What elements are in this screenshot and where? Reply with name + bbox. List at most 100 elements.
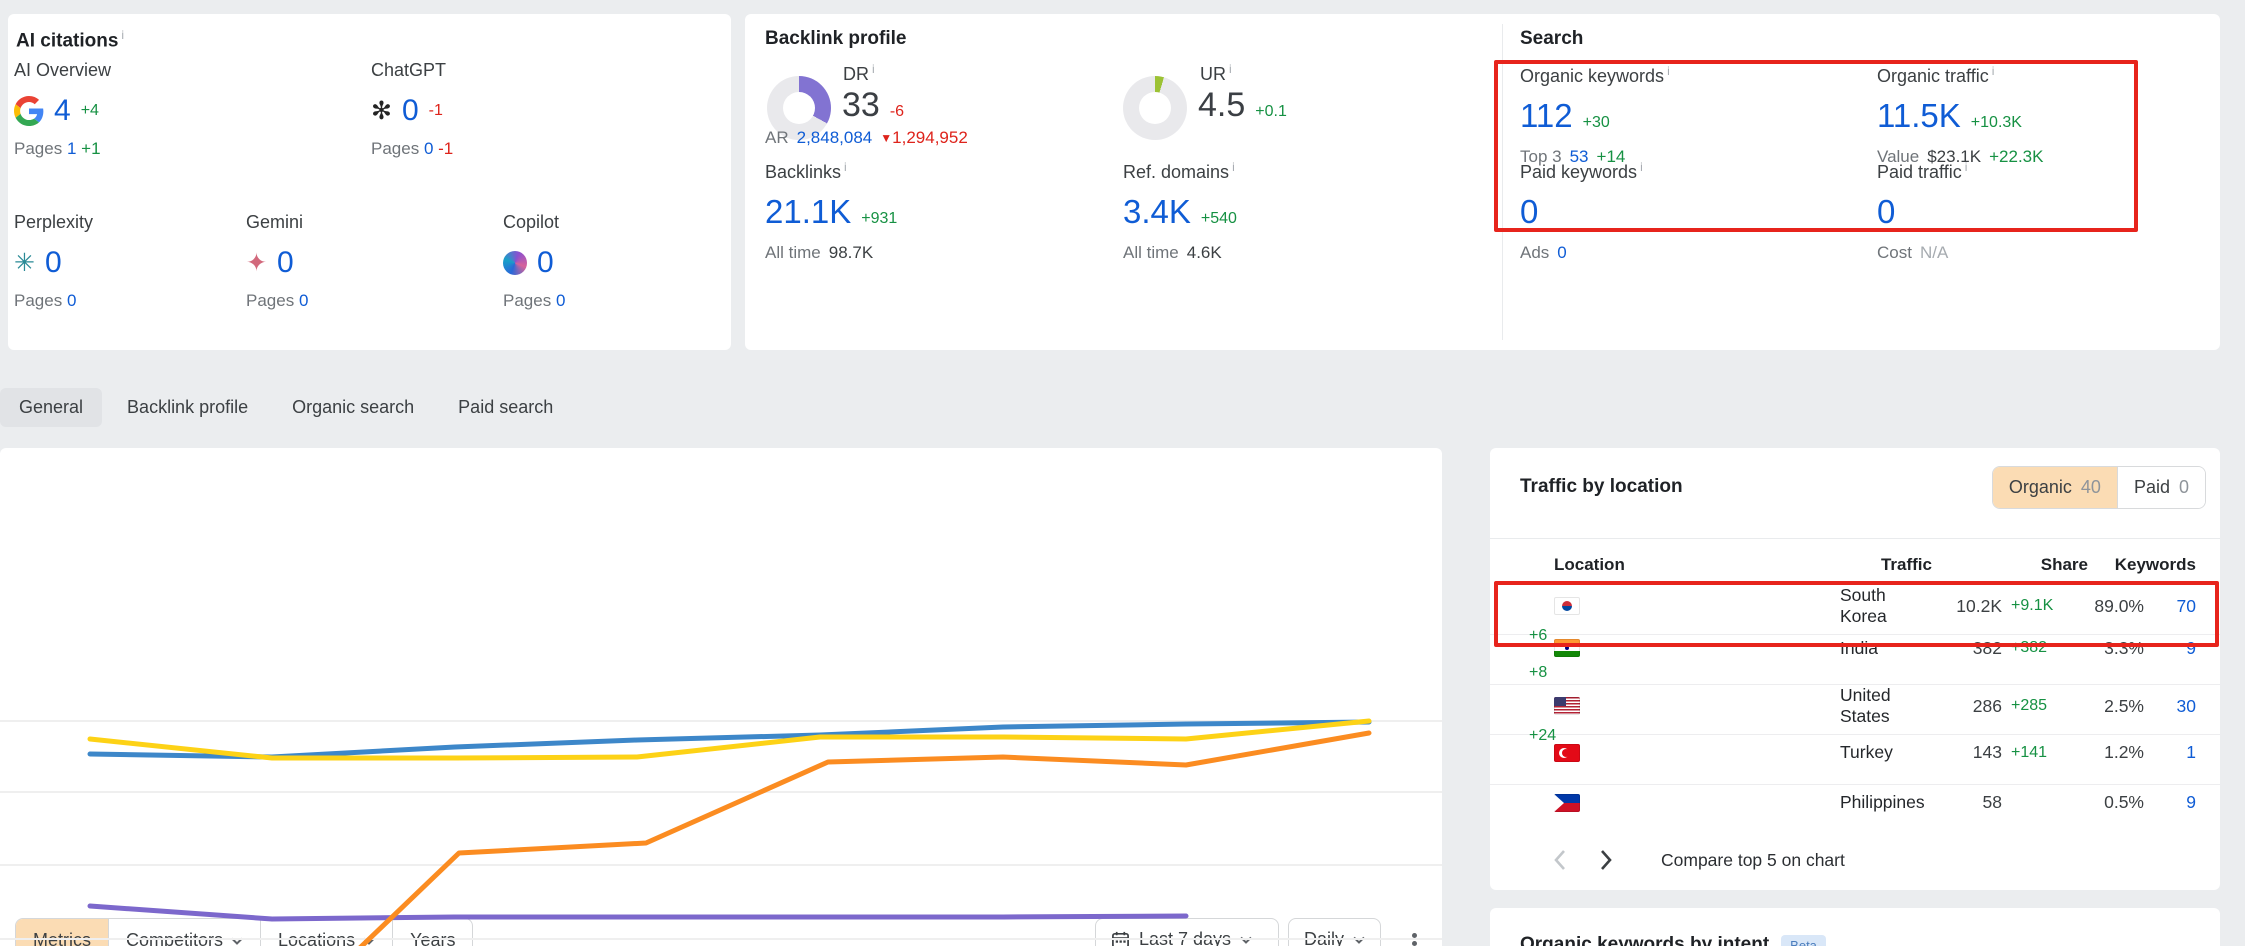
tab-paid-search[interactable]: Paid search xyxy=(439,388,572,427)
location-name[interactable]: Turkey xyxy=(1840,742,1932,763)
ref-domains-metric: Ref. domainsi 3.4K+540 All time4.6K xyxy=(1123,160,1453,263)
organic-toggle[interactable]: Organic40 xyxy=(1993,467,2117,508)
ref-domains-value[interactable]: 3.4K xyxy=(1123,193,1191,231)
google-icon xyxy=(14,96,44,126)
perplexity-icon: ✳ xyxy=(14,251,35,276)
traffic-by-location-card: Traffic by location Organic40 Paid0 Loca… xyxy=(1490,448,2220,890)
tab-backlink-profile[interactable]: Backlink profile xyxy=(108,388,267,427)
copilot-count[interactable]: 0 xyxy=(537,246,554,280)
ahrefs-rank-value[interactable]: 2,848,084 xyxy=(797,128,873,148)
chevron-left-icon[interactable] xyxy=(1545,841,1574,879)
location-name[interactable]: India xyxy=(1840,638,1932,659)
ur-delta: +0.1 xyxy=(1255,103,1287,121)
compare-top5-link[interactable]: Compare top 5 on chart xyxy=(1661,850,1845,871)
column-keywords[interactable]: Keywords xyxy=(2088,555,2196,575)
chatgpt-delta: -1 xyxy=(429,102,443,120)
dr-delta: -6 xyxy=(890,103,904,121)
engine-gemini: Gemini ✦ 0 Pages 0 xyxy=(246,212,486,311)
table-row-india[interactable]: India 382 +382 3.3% 9 +8 xyxy=(1490,635,2220,685)
paid-keywords-value[interactable]: 0 xyxy=(1520,193,1538,231)
info-icon[interactable]: i xyxy=(844,160,847,174)
keywords-link[interactable]: 9 xyxy=(2144,792,2196,813)
flag-turkey-icon xyxy=(1554,744,1580,762)
engine-ai-overview: AI Overview 4 +4 Pages 1 +1 xyxy=(14,60,254,159)
performance-card: Metrics Competitors Locations Years Last… xyxy=(0,448,1442,946)
ai-citations-card: AI citationsi AI Overview 4 +4 Pages 1 +… xyxy=(8,14,731,350)
gemini-count[interactable]: 0 xyxy=(277,246,294,280)
column-location[interactable]: Location xyxy=(1554,555,1840,575)
flag-india-icon xyxy=(1554,639,1580,657)
location-table-header: Location Traffic Share Keywords xyxy=(1490,545,2220,585)
organic-paid-toggle: Organic40 Paid0 xyxy=(1992,466,2206,509)
flag-south-korea-icon xyxy=(1554,597,1580,615)
table-row-south-korea[interactable]: South Korea 10.2K +9.1K 89.0% 70 +6 xyxy=(1490,585,2220,635)
info-icon[interactable]: i xyxy=(1229,62,1232,76)
keywords-link[interactable]: 70 xyxy=(2144,596,2196,617)
copilot-icon xyxy=(503,251,527,275)
chatgpt-count[interactable]: 0 xyxy=(402,94,419,128)
info-icon[interactable]: i xyxy=(121,28,124,42)
location-name[interactable]: United States xyxy=(1840,685,1932,727)
keywords-by-intent-title: Organic keywords by intent Beta xyxy=(1520,934,1826,946)
tab-organic-search[interactable]: Organic search xyxy=(273,388,433,427)
organic-keywords-value[interactable]: 112 xyxy=(1520,97,1573,135)
column-share[interactable]: Share xyxy=(2002,555,2088,575)
table-row-united-states[interactable]: United States 286 +285 2.5% 30 +24 xyxy=(1490,685,2220,735)
location-name[interactable]: Philippines xyxy=(1840,792,1932,813)
keywords-by-intent-card: Organic keywords by intent Beta xyxy=(1490,908,2220,946)
table-row-turkey[interactable]: Turkey 143 +141 1.2% 1 xyxy=(1490,735,2220,785)
ai-overview-delta: +4 xyxy=(81,102,99,120)
ai-citations-title: AI citationsi xyxy=(16,28,124,52)
backlinks-value[interactable]: 21.1K xyxy=(765,193,851,231)
keywords-link[interactable]: 9 xyxy=(2144,638,2196,659)
section-tabs: General Backlink profile Organic search … xyxy=(0,388,572,427)
organic-keywords-metric: Organic keywordsi 112+30 Top 353+14 xyxy=(1520,64,1850,167)
ads-count[interactable]: 0 xyxy=(1557,243,1566,263)
info-icon[interactable]: i xyxy=(1640,160,1643,174)
gemini-icon: ✦ xyxy=(246,251,267,276)
keywords-link[interactable]: 30 xyxy=(2144,696,2196,717)
table-row-philippines[interactable]: Philippines 58 0.5% 9 xyxy=(1490,785,2220,834)
info-icon[interactable]: i xyxy=(1232,160,1235,174)
paid-keywords-metric: Paid keywordsi 0 Ads0 xyxy=(1520,160,1850,263)
search-title: Search xyxy=(1520,28,1583,50)
ur-label: URi xyxy=(1200,62,1232,85)
pages-count[interactable]: 1 xyxy=(67,139,76,158)
pages-count[interactable]: 0 xyxy=(556,291,565,310)
perplexity-count[interactable]: 0 xyxy=(45,246,62,280)
ai-overview-count[interactable]: 4 xyxy=(54,94,71,128)
card-divider xyxy=(1502,24,1503,340)
pages-count[interactable]: 0 xyxy=(67,291,76,310)
dr-value: 33 xyxy=(842,86,880,125)
keywords-link[interactable]: 1 xyxy=(2144,742,2196,763)
beta-badge: Beta xyxy=(1781,935,1826,946)
traffic-by-location-title: Traffic by location xyxy=(1520,476,1683,498)
engine-chatgpt: ChatGPT ✻ 0 -1 Pages 0 -1 xyxy=(371,60,611,159)
chevron-right-icon[interactable] xyxy=(1592,841,1621,879)
backlinks-metric: Backlinksi 21.1K+931 All time98.7K xyxy=(765,160,1095,263)
flag-united-states-icon xyxy=(1554,697,1580,715)
ur-value: 4.5 xyxy=(1198,86,1245,125)
engine-copilot: Copilot 0 Pages 0 xyxy=(503,212,743,311)
backlink-search-card: Backlink profile DRi 33 -6 AR 2,848,084 … xyxy=(745,14,2220,350)
pages-count[interactable]: 0 xyxy=(424,139,433,158)
paid-toggle[interactable]: Paid0 xyxy=(2117,467,2205,508)
performance-chart[interactable] xyxy=(0,660,1442,946)
info-icon[interactable]: i xyxy=(1965,160,1968,174)
pages-count[interactable]: 0 xyxy=(299,291,308,310)
organic-traffic-value[interactable]: 11.5K xyxy=(1877,97,1961,135)
location-pagination: Compare top 5 on chart xyxy=(1490,830,2220,890)
organic-traffic-metric: Organic traffici 11.5K+10.3K Value$23.1K… xyxy=(1877,64,2207,167)
info-icon[interactable]: i xyxy=(1667,64,1670,78)
paid-traffic-metric: Paid traffici 0 CostN/A xyxy=(1877,160,2207,263)
location-name[interactable]: South Korea xyxy=(1840,585,1932,627)
column-traffic[interactable]: Traffic xyxy=(1840,555,1932,575)
info-icon[interactable]: i xyxy=(1992,64,1995,78)
info-icon[interactable]: i xyxy=(872,62,875,76)
paid-traffic-value[interactable]: 0 xyxy=(1877,193,1895,231)
backlink-profile-title: Backlink profile xyxy=(765,28,907,50)
dashboard: AI citationsi AI Overview 4 +4 Pages 1 +… xyxy=(0,0,2245,946)
engine-perplexity: Perplexity ✳ 0 Pages 0 xyxy=(14,212,254,311)
tab-general[interactable]: General xyxy=(0,388,102,427)
url-rating-gauge xyxy=(1123,76,1187,140)
